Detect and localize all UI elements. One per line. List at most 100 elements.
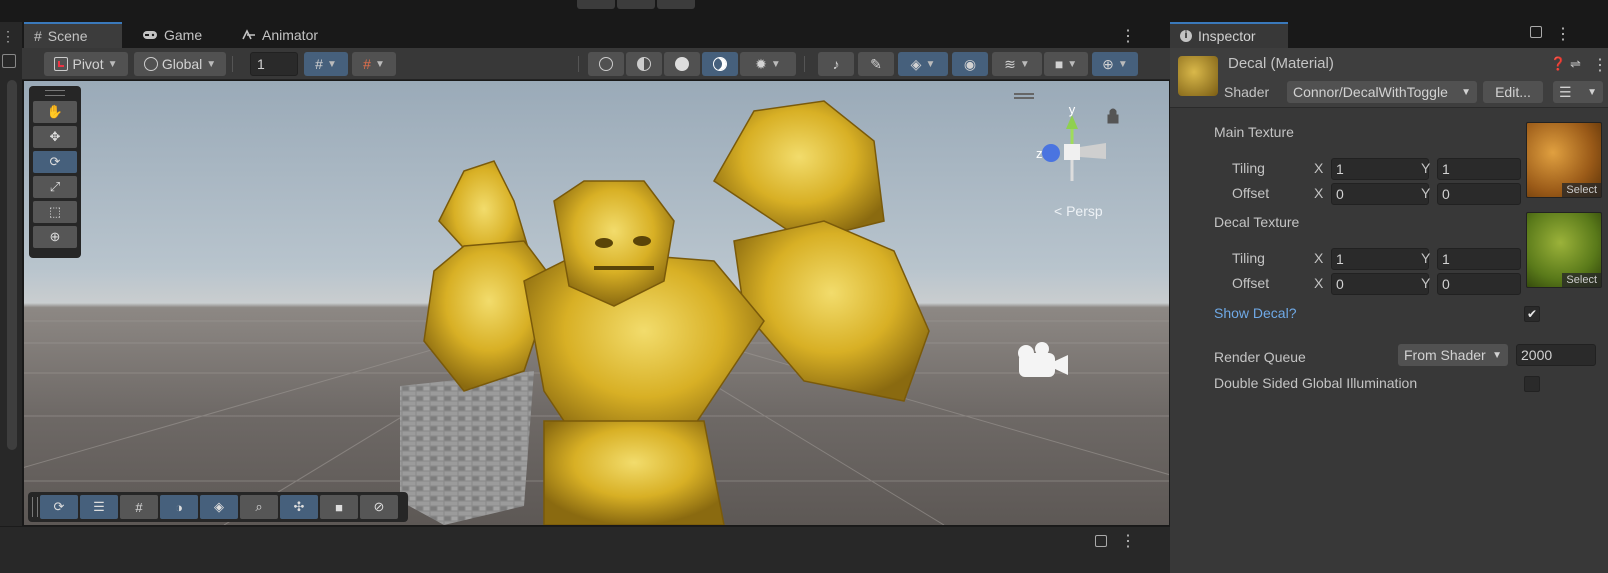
effects-icon: ✎ — [870, 55, 882, 72]
overlay-drag-handle[interactable] — [32, 497, 38, 517]
camera-icon: ■ — [1054, 56, 1064, 72]
move-tool-button[interactable]: ✥ — [33, 126, 77, 148]
left-more-icon[interactable]: ⋮ — [1, 28, 15, 45]
tab-scene[interactable]: # Scene — [24, 22, 122, 48]
decal-offset-x-field[interactable]: 0 — [1331, 273, 1429, 295]
shaded-wireframe-button[interactable] — [626, 52, 662, 76]
rect-icon: ⬚ — [48, 204, 62, 219]
main-texture-select[interactable]: Select — [1562, 183, 1601, 197]
overlay-drag-handle[interactable] — [45, 90, 65, 96]
chevron-down-icon: ▼ — [1117, 58, 1128, 70]
transform-tool-button[interactable]: ⊕ — [33, 226, 77, 248]
bottom-more-icon[interactable]: ⋮ — [1120, 531, 1136, 551]
scale-tool-button[interactable]: ⤢ — [33, 176, 77, 198]
lock-icon[interactable] — [1095, 535, 1107, 547]
pause-button[interactable] — [617, 0, 655, 9]
scene-more-icon[interactable]: ⋮ — [1120, 26, 1136, 46]
render-queue-field[interactable]: 2000 — [1516, 344, 1596, 366]
scene-visibility-toggle[interactable]: ◉ — [952, 52, 988, 76]
scene-camera-icon[interactable] — [1018, 342, 1068, 377]
search-button[interactable]: ⌕ — [240, 495, 278, 519]
scale-icon: ⤢ — [49, 179, 61, 194]
preset-icon[interactable]: ⇌ — [1570, 56, 1581, 72]
render-queue-dropdown[interactable]: From Shader ▼ — [1398, 344, 1508, 366]
transform-icon: ⊕ — [49, 229, 61, 244]
effects-toggle[interactable]: ✎ — [858, 52, 894, 76]
double-sided-gi-checkbox[interactable] — [1524, 376, 1540, 392]
layers-icon: ◈ — [214, 499, 224, 514]
shader-value: Connor/DecalWithToggle — [1293, 84, 1448, 100]
tab-animator-label: Animator — [262, 27, 319, 43]
rect-tool-button[interactable]: ⬚ — [33, 201, 77, 223]
camera-preview-button[interactable]: ■ — [320, 495, 358, 519]
hand-tool-button[interactable]: ✋ — [33, 101, 77, 123]
chevron-down-icon: ▼ — [1067, 58, 1078, 70]
navigation-button[interactable]: ✣ — [280, 495, 318, 519]
decal-texture-select[interactable]: Select — [1562, 273, 1601, 287]
layers-visibility-dropdown[interactable]: ◈ ▼ — [898, 52, 948, 76]
decal-texture-thumbnail[interactable]: Select — [1526, 212, 1602, 288]
search-icon: ⌕ — [255, 499, 263, 514]
grid-snap-icon: # — [315, 56, 323, 72]
main-offset-y-field[interactable]: 0 — [1437, 183, 1521, 205]
moon-icon — [713, 57, 727, 71]
audio-toggle[interactable]: ♪ — [818, 52, 854, 76]
main-offset-x-label: X — [1314, 185, 1324, 201]
grid-size-field[interactable]: 1 — [250, 52, 298, 76]
shader-dropdown[interactable]: Connor/DecalWithToggle ▼ — [1287, 81, 1477, 103]
show-decal-label: Show Decal? — [1214, 305, 1297, 321]
camera-dropdown[interactable]: ■ ▼ — [1044, 52, 1088, 76]
edit-shader-button[interactable]: Edit... — [1483, 81, 1543, 103]
help-icon[interactable]: ❓ — [1550, 56, 1566, 72]
pivot-icon — [54, 57, 69, 71]
pivot-dropdown[interactable]: Pivot ▼ — [44, 52, 128, 76]
scene-viewport[interactable]: y z < Persp — [24, 81, 1169, 525]
step-button[interactable] — [657, 0, 695, 9]
global-dropdown[interactable]: Global ▼ — [134, 52, 226, 76]
play-button[interactable] — [577, 0, 615, 9]
panel-icon[interactable] — [2, 54, 16, 68]
material-more-icon[interactable]: ⋮ — [1592, 55, 1608, 75]
lit-mode-button[interactable] — [702, 52, 738, 76]
inspector-lock-icon[interactable] — [1530, 26, 1542, 38]
main-texture-thumbnail[interactable]: Select — [1526, 122, 1602, 198]
main-tiling-y-field[interactable]: 1 — [1437, 158, 1521, 180]
decal-offset-y-field[interactable]: 0 — [1437, 273, 1521, 295]
layers-button[interactable]: ◈ — [200, 495, 238, 519]
compass-button[interactable]: ⊘ — [360, 495, 398, 519]
settings-sliders-button[interactable]: ☰ — [80, 495, 118, 519]
rotate-tool-button[interactable]: ⟳ — [33, 151, 77, 173]
decal-tiling-x-label: X — [1314, 250, 1324, 266]
decal-tiling-y-field[interactable]: 1 — [1437, 248, 1521, 270]
inspector-more-icon[interactable]: ⋮ — [1555, 24, 1571, 44]
grid-overlay-button[interactable]: # — [120, 495, 158, 519]
global-label: Global — [161, 56, 203, 72]
debug-draw-dropdown[interactable]: ✹ ▼ — [740, 52, 796, 76]
increment-snap-toggle[interactable]: # ▼ — [352, 52, 396, 76]
projection-label[interactable]: < Persp — [1054, 203, 1103, 219]
chevron-down-icon: ▼ — [326, 58, 337, 70]
main-tiling-y-label: Y — [1421, 160, 1431, 176]
shaded-sphere-icon — [675, 57, 689, 71]
decal-tiling-x-field[interactable]: 1 — [1331, 248, 1429, 270]
show-decal-checkbox[interactable]: ✔ — [1524, 306, 1540, 322]
eye-icon: ◉ — [963, 55, 977, 72]
gizmos-dropdown[interactable]: ⊕ ▼ — [1092, 52, 1138, 76]
left-scrollbar[interactable] — [7, 80, 17, 450]
shaded-mode-button[interactable] — [664, 52, 700, 76]
lock-icon[interactable] — [1107, 108, 1119, 124]
lighting-button[interactable]: ◑ — [160, 495, 198, 519]
wireframe-mode-button[interactable] — [588, 52, 624, 76]
tab-animator[interactable]: Animator — [232, 22, 352, 48]
main-offset-x-field[interactable]: 0 — [1331, 183, 1429, 205]
tab-inspector[interactable]: i Inspector — [1170, 22, 1288, 48]
scene-tab-bar: # Scene Game Animator ⋮ — [22, 22, 1170, 48]
layers-dropdown[interactable]: ≋ ▼ — [992, 52, 1042, 76]
refresh-button[interactable]: ⟳ — [40, 495, 78, 519]
main-tiling-x-field[interactable]: 1 — [1331, 158, 1429, 180]
tab-game[interactable]: Game — [132, 22, 227, 48]
grid-snap-toggle[interactable]: # ▼ — [304, 52, 348, 76]
gizmo-drag-handle[interactable] — [1014, 93, 1034, 95]
orientation-gizmo[interactable] — [1042, 115, 1106, 181]
shader-options-dropdown[interactable]: ☰ ▼ — [1553, 81, 1603, 103]
